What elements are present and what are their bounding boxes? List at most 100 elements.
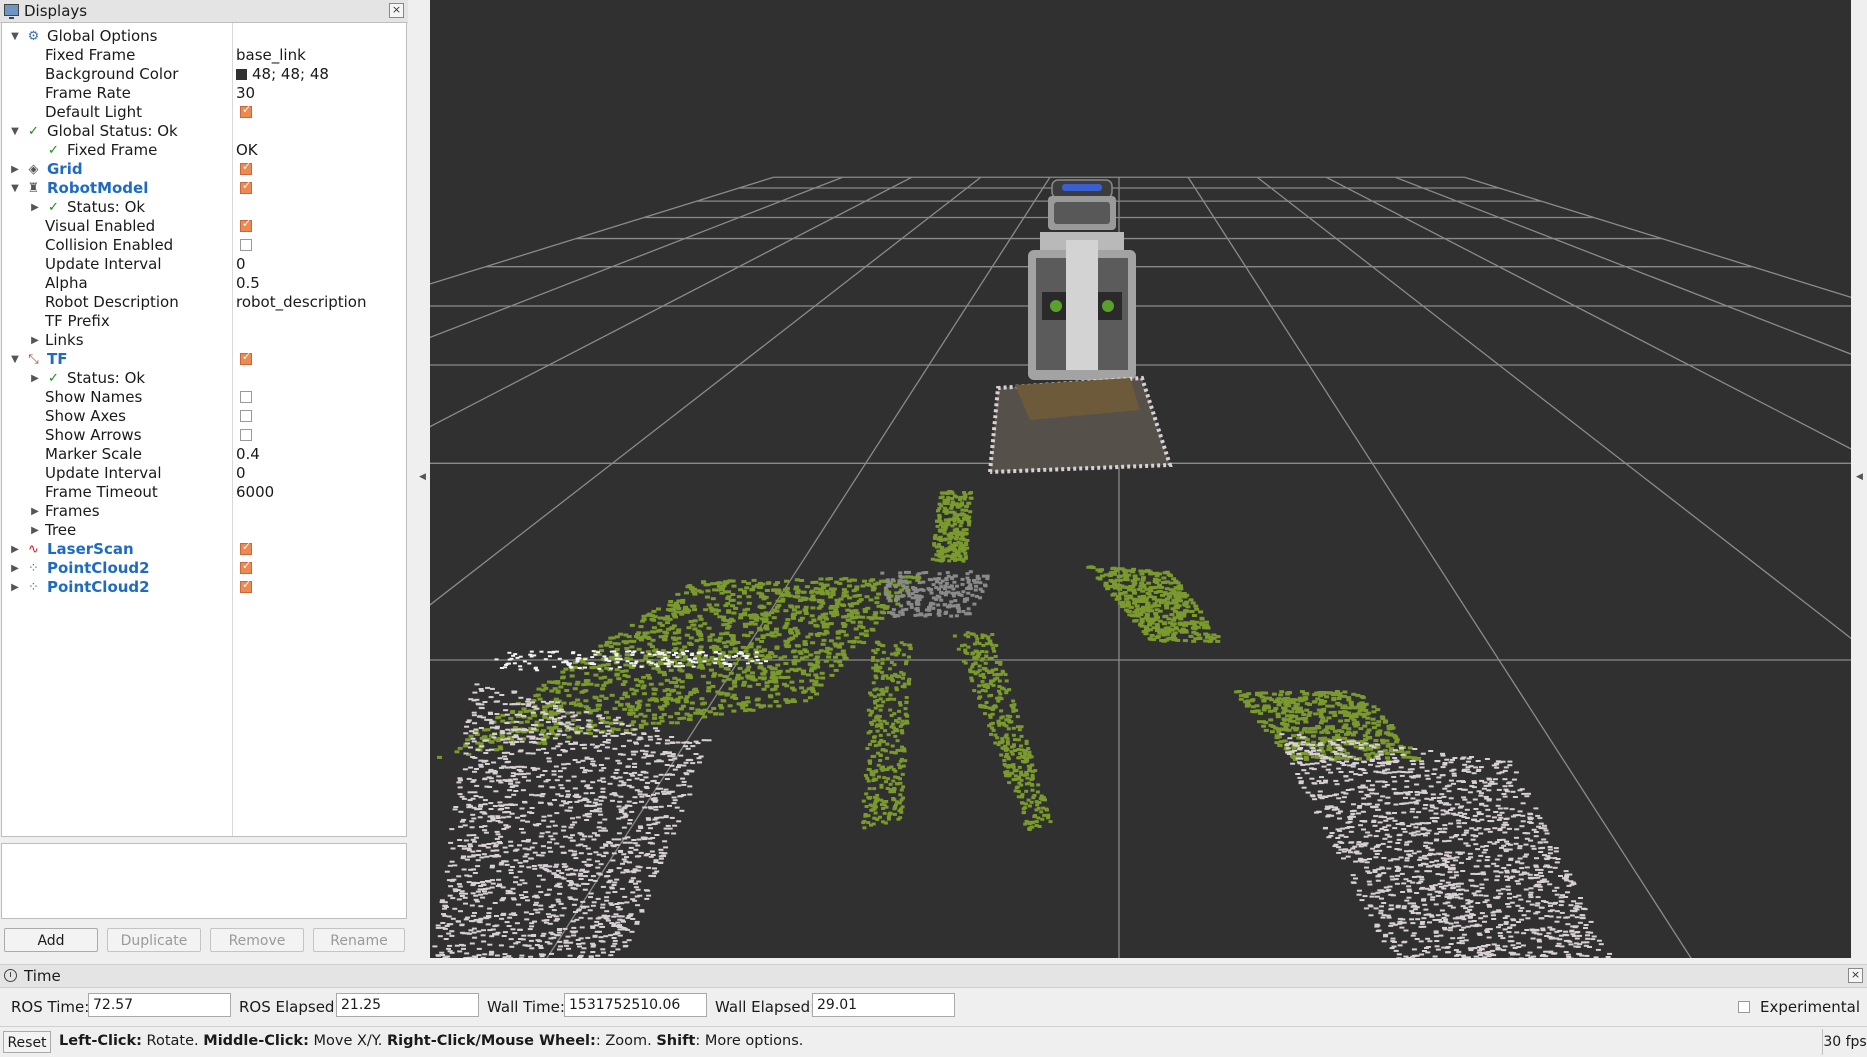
collapse-arrow-icon[interactable]: ▼ bbox=[10, 122, 20, 141]
cloud-point bbox=[632, 763, 637, 765]
tree-row-value[interactable]: robot_description bbox=[236, 293, 367, 312]
tree-row[interactable]: Update Interval0 bbox=[2, 255, 406, 274]
tree-row[interactable]: ▶✓Status: Ok bbox=[2, 369, 406, 388]
enabled-checkbox[interactable] bbox=[240, 581, 252, 593]
tree-row[interactable]: Visual Enabled bbox=[2, 217, 406, 236]
cloud-point bbox=[523, 856, 528, 858]
tree-row[interactable]: Alpha0.5 bbox=[2, 274, 406, 293]
collapse-arrow-icon[interactable]: ▼ bbox=[10, 27, 20, 46]
cloud-point bbox=[482, 761, 487, 763]
tree-row[interactable]: ▶⁘PointCloud2 bbox=[2, 578, 406, 597]
enabled-checkbox[interactable] bbox=[240, 391, 252, 403]
tree-row-value[interactable]: 0.5 bbox=[236, 274, 260, 293]
tree-row[interactable]: Background Color48; 48; 48 bbox=[2, 65, 406, 84]
tree-row[interactable]: Fixed Framebase_link bbox=[2, 46, 406, 65]
expand-arrow-icon[interactable]: ▶ bbox=[30, 502, 40, 521]
tree-row-value[interactable]: OK bbox=[236, 141, 258, 160]
cloud-point bbox=[671, 833, 676, 835]
tree-row[interactable]: ▼⤡TF bbox=[2, 350, 406, 369]
cloud-point bbox=[552, 774, 557, 776]
cloud-point bbox=[617, 762, 622, 764]
cloud-point bbox=[889, 812, 893, 815]
cloud-point bbox=[688, 718, 693, 721]
tree-row-value[interactable]: 0 bbox=[236, 255, 246, 274]
grid-icon: ◈ bbox=[26, 162, 41, 177]
tree-row[interactable]: ▶Links bbox=[2, 331, 406, 350]
cloud-point bbox=[542, 920, 547, 922]
expand-arrow-icon[interactable]: ▶ bbox=[30, 521, 40, 540]
tree-row[interactable]: ✓Fixed FrameOK bbox=[2, 141, 406, 160]
enabled-checkbox[interactable] bbox=[240, 562, 252, 574]
remove-button[interactable]: Remove bbox=[210, 928, 304, 952]
duplicate-button[interactable]: Duplicate bbox=[107, 928, 201, 952]
tree-row[interactable]: Robot Descriptionrobot_description bbox=[2, 293, 406, 312]
collapse-right-icon[interactable]: ◀ bbox=[1856, 472, 1863, 482]
cloud-point bbox=[627, 732, 632, 734]
collapse-left-icon[interactable]: ◀ bbox=[419, 472, 426, 482]
tree-row[interactable]: Show Arrows bbox=[2, 426, 406, 445]
tree-row[interactable]: Collision Enabled bbox=[2, 236, 406, 255]
tree-row-value[interactable]: 0.4 bbox=[236, 445, 260, 464]
tree-row[interactable]: ▶⁘PointCloud2 bbox=[2, 559, 406, 578]
tree-row[interactable]: Update Interval0 bbox=[2, 464, 406, 483]
cloud-point bbox=[731, 619, 736, 622]
right-splitter[interactable]: ◀ bbox=[1851, 0, 1867, 958]
tree-row[interactable]: Frame Rate30 bbox=[2, 84, 406, 103]
rename-button[interactable]: Rename bbox=[313, 928, 405, 952]
expand-arrow-icon[interactable]: ▶ bbox=[30, 331, 40, 350]
enabled-checkbox[interactable] bbox=[240, 106, 252, 118]
cloud-point bbox=[952, 581, 956, 584]
enabled-checkbox[interactable] bbox=[240, 353, 252, 365]
cloud-point bbox=[665, 679, 670, 682]
cloud-point bbox=[895, 782, 899, 785]
tree-row-value[interactable]: 0 bbox=[236, 464, 246, 483]
scene-canvas[interactable] bbox=[430, 0, 1851, 958]
displays-tree[interactable]: ▼⚙Global OptionsFixed Framebase_linkBack… bbox=[1, 22, 407, 837]
tree-row[interactable]: Marker Scale0.4 bbox=[2, 445, 406, 464]
tree-row-value[interactable]: 48; 48; 48 bbox=[236, 65, 329, 84]
expand-arrow-icon[interactable]: ▶ bbox=[10, 578, 20, 597]
expand-arrow-icon[interactable]: ▶ bbox=[10, 540, 20, 559]
close-icon[interactable]: × bbox=[389, 3, 404, 18]
tree-row[interactable]: Default Light bbox=[2, 103, 406, 122]
enabled-checkbox[interactable] bbox=[240, 182, 252, 194]
cloud-point bbox=[934, 586, 938, 589]
expand-arrow-icon[interactable]: ▶ bbox=[30, 369, 40, 388]
enabled-checkbox[interactable] bbox=[240, 239, 252, 251]
tree-row[interactable]: ▶✓Status: Ok bbox=[2, 198, 406, 217]
tree-row[interactable]: TF Prefix bbox=[2, 312, 406, 331]
tree-row-value[interactable]: base_link bbox=[236, 46, 306, 65]
tree-row[interactable]: ▼♜RobotModel bbox=[2, 179, 406, 198]
enabled-checkbox[interactable] bbox=[240, 429, 252, 441]
expand-arrow-icon[interactable]: ▶ bbox=[30, 198, 40, 217]
tree-row[interactable]: ▶Frames bbox=[2, 502, 406, 521]
tree-row[interactable]: ▶Tree bbox=[2, 521, 406, 540]
cloud-point bbox=[588, 836, 593, 838]
cloud-point bbox=[994, 668, 998, 671]
cloud-point bbox=[709, 669, 714, 672]
tree-row-value[interactable]: 30 bbox=[236, 84, 255, 103]
tree-row[interactable]: ▼⚙Global Options bbox=[2, 27, 406, 46]
left-splitter[interactable]: ◀ bbox=[408, 0, 430, 958]
enabled-checkbox[interactable] bbox=[240, 220, 252, 232]
tree-row[interactable]: Frame Timeout6000 bbox=[2, 483, 406, 502]
cloud-point bbox=[632, 766, 637, 768]
cloud-point bbox=[650, 630, 655, 633]
render-3d-view[interactable] bbox=[430, 0, 1851, 958]
expand-arrow-icon[interactable]: ▶ bbox=[10, 160, 20, 179]
cloud-point bbox=[934, 534, 938, 537]
tree-row[interactable]: Show Axes bbox=[2, 407, 406, 426]
tree-row-value[interactable]: 6000 bbox=[236, 483, 274, 502]
enabled-checkbox[interactable] bbox=[240, 163, 252, 175]
add-button[interactable]: Add bbox=[4, 928, 98, 952]
tree-row[interactable]: Show Names bbox=[2, 388, 406, 407]
tree-row[interactable]: ▶∿LaserScan bbox=[2, 540, 406, 559]
collapse-arrow-icon[interactable]: ▼ bbox=[10, 179, 20, 198]
tree-row[interactable]: ▼✓Global Status: Ok bbox=[2, 122, 406, 141]
collapse-arrow-icon[interactable]: ▼ bbox=[10, 350, 20, 369]
tree-row[interactable]: ▶◈Grid bbox=[2, 160, 406, 179]
enabled-checkbox[interactable] bbox=[240, 543, 252, 555]
expand-arrow-icon[interactable]: ▶ bbox=[10, 559, 20, 578]
enabled-checkbox[interactable] bbox=[240, 410, 252, 422]
cloud-point bbox=[808, 633, 813, 636]
